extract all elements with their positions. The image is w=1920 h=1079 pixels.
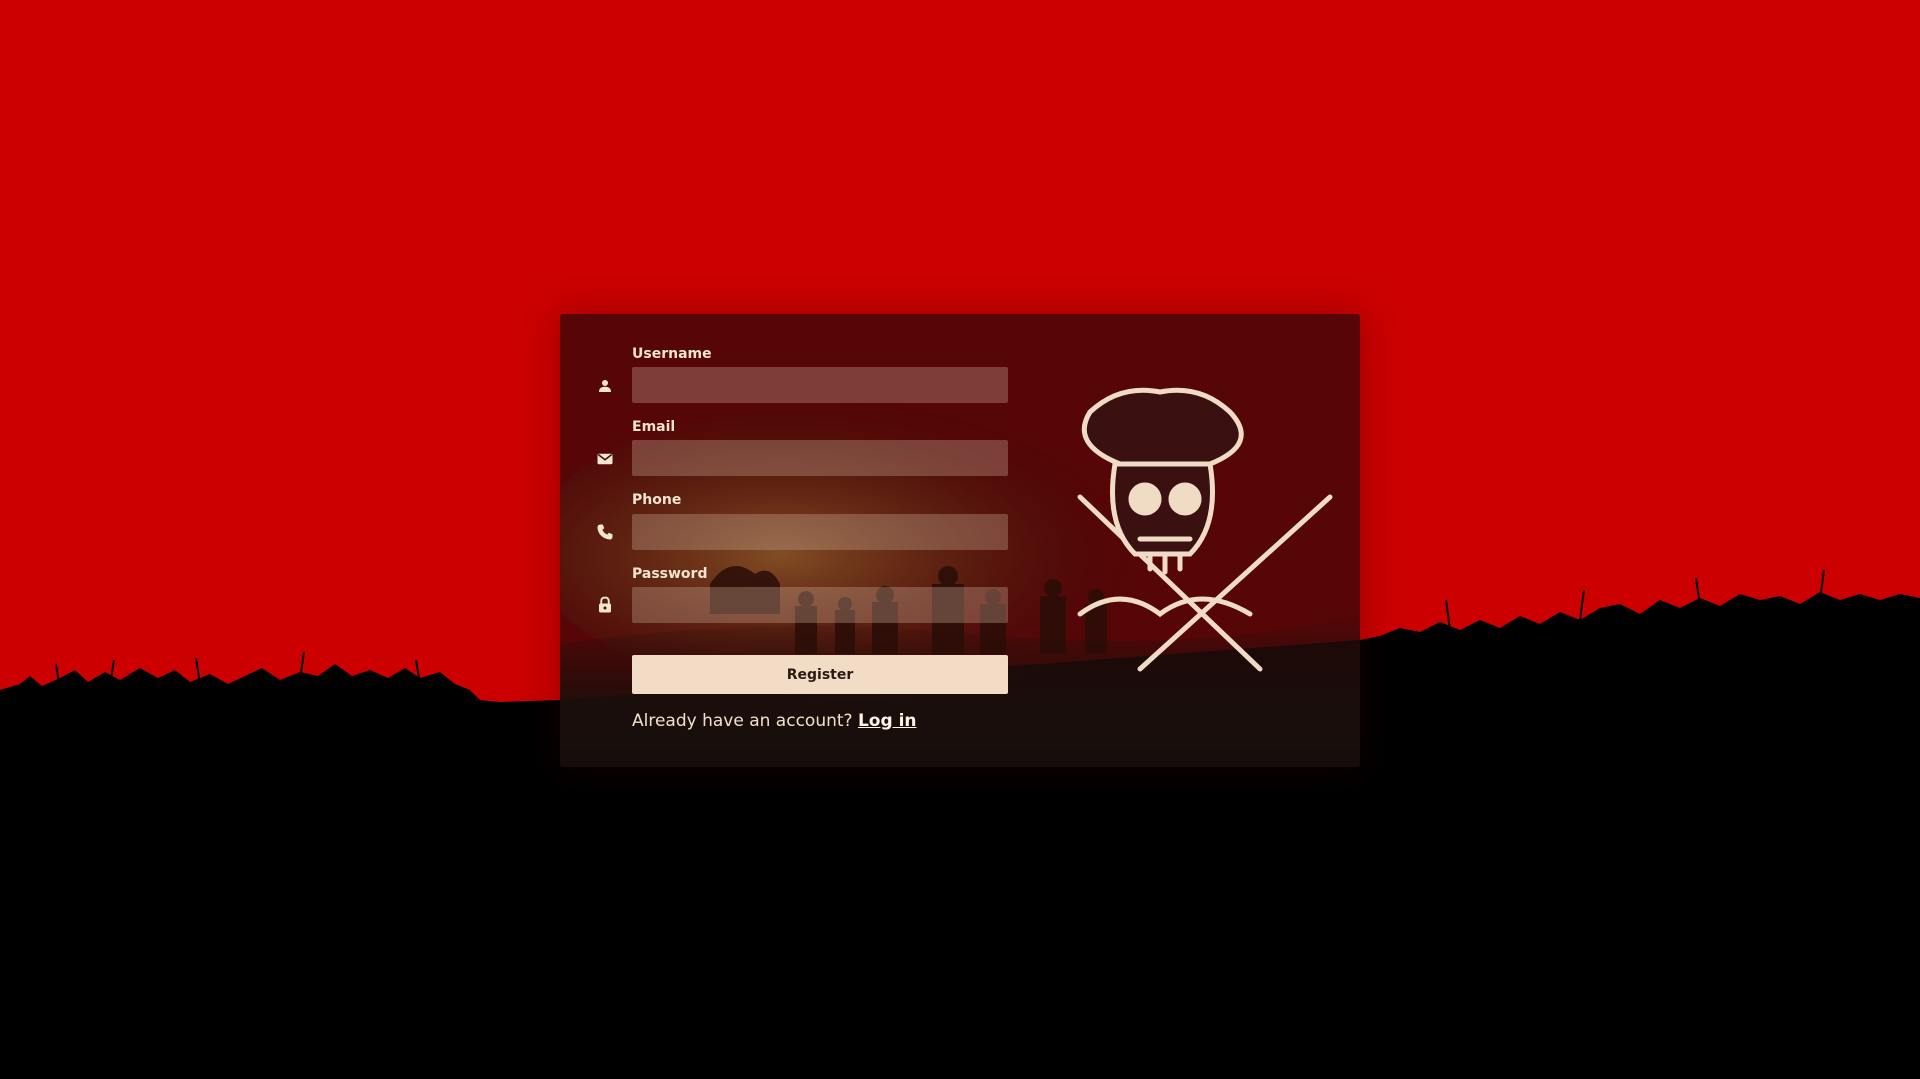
register-button[interactable]: Register bbox=[632, 655, 1008, 694]
register-panel: Username Email Phone Password Register A… bbox=[560, 314, 1360, 767]
password-label: Password bbox=[632, 566, 708, 582]
password-input[interactable] bbox=[632, 587, 1008, 623]
login-link[interactable]: Log in bbox=[858, 711, 917, 731]
username-input[interactable] bbox=[632, 367, 1008, 403]
phone-input[interactable] bbox=[632, 514, 1008, 550]
lock-icon bbox=[599, 596, 611, 613]
register-form: Username Email Phone Password Register A… bbox=[560, 314, 1360, 767]
person-icon bbox=[599, 380, 611, 392]
email-label: Email bbox=[632, 419, 676, 435]
mail-icon bbox=[597, 453, 613, 465]
username-label: Username bbox=[632, 346, 712, 362]
phone-icon bbox=[597, 524, 613, 540]
login-prompt-text: Already have an account? bbox=[632, 711, 853, 731]
login-prompt-row: Already have an account? Log in bbox=[632, 711, 917, 731]
email-input[interactable] bbox=[632, 440, 1008, 476]
phone-label: Phone bbox=[632, 492, 682, 508]
